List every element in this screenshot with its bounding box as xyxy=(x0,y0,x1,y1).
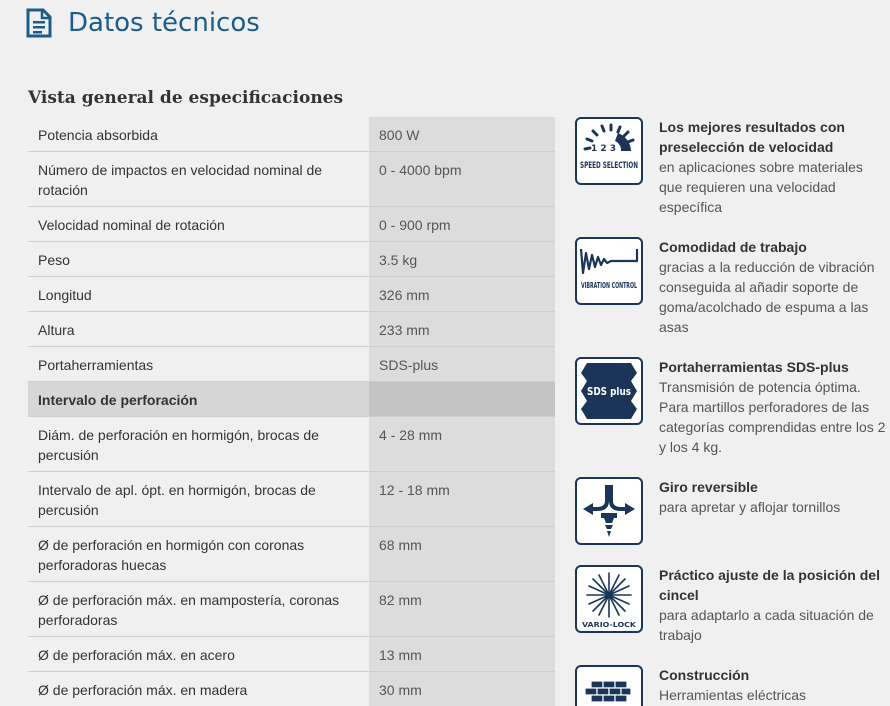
spec-value: 12 - 18 mm xyxy=(369,472,555,526)
feature-title: Los mejores resultados con preselección … xyxy=(659,119,845,155)
spec-value: 800 W xyxy=(369,117,555,151)
table-row: Longitud 326 mm xyxy=(28,277,555,312)
spec-label: Velocidad nominal de rotación xyxy=(38,217,225,233)
spec-value: 0 - 4000 bpm xyxy=(369,152,555,206)
table-row: Ø de perforación máx. en madera 30 mm xyxy=(28,672,555,706)
spec-label: Ø de perforación máx. en madera xyxy=(38,682,248,698)
feature-title: Portaherramientas SDS-plus xyxy=(659,359,849,375)
spec-value: 0 - 900 rpm xyxy=(369,207,555,241)
group-label: Intervalo de perforación xyxy=(28,382,369,416)
table-row: Peso 3.5 kg xyxy=(28,242,555,277)
spec-value: 68 mm xyxy=(369,527,555,581)
spec-label: Peso xyxy=(38,252,70,268)
table-row: Potencia absorbida 800 W xyxy=(28,117,555,152)
table-row: Velocidad nominal de rotación 0 - 900 rp… xyxy=(28,207,555,242)
spec-label: Número de impactos en velocidad nominal … xyxy=(38,162,323,198)
feature-description: para adaptarlo a cada situación de traba… xyxy=(659,607,874,643)
spec-value: 30 mm xyxy=(369,672,555,706)
vibration-control-icon: VIBRATION CONTROL xyxy=(575,237,643,305)
spec-value: 13 mm xyxy=(369,637,555,671)
table-row: Portaherramientas SDS-plus xyxy=(28,347,555,382)
feature-title: Giro reversible xyxy=(659,479,758,495)
spec-table: Potencia absorbida 800 W Número de impac… xyxy=(28,117,555,706)
construction-icon xyxy=(575,665,643,706)
page-title: Datos técnicos xyxy=(68,8,260,38)
feature-description: Herramientas eléctricas xyxy=(659,687,807,703)
spec-value: SDS-plus xyxy=(369,347,555,381)
group-value xyxy=(369,382,555,416)
spec-label: Portaherramientas xyxy=(38,357,154,373)
table-row: Ø de perforación máx. en acero 13 mm xyxy=(28,637,555,672)
spec-value: 82 mm xyxy=(369,582,555,636)
table-row: Ø de perforación máx. en mampostería, co… xyxy=(28,582,555,637)
table-row: Altura 233 mm xyxy=(28,312,555,347)
table-row: Número de impactos en velocidad nominal … xyxy=(28,152,555,207)
spec-value: 4 - 28 mm xyxy=(369,417,555,471)
spec-label: Diám. de perforación en hormigón, brocas… xyxy=(38,427,319,463)
table-row: Ø de perforación en hormigón con coronas… xyxy=(28,527,555,582)
feature-description: en aplicaciones sobre materiales que req… xyxy=(659,159,863,215)
vario-lock-icon: VARIO-LOCK xyxy=(575,565,643,633)
page-header: Datos técnicos xyxy=(26,8,260,38)
speed-selection-label: SPEED SELECTION xyxy=(580,161,638,171)
spec-value: 3.5 kg xyxy=(369,242,555,276)
spec-label: Intervalo de apl. ópt. en hormigón, broc… xyxy=(38,482,316,518)
feature-title: Comodidad de trabajo xyxy=(659,239,807,255)
reverse-rotation-icon xyxy=(575,477,643,545)
table-row: Intervalo de apl. ópt. en hormigón, broc… xyxy=(28,472,555,527)
feature-title: Construcción xyxy=(659,667,750,683)
feature-description: gracias a la reducción de vibración cons… xyxy=(659,259,875,335)
spec-value: 233 mm xyxy=(369,312,555,346)
spec-label: Ø de perforación en hormigón con coronas… xyxy=(38,537,305,573)
table-group-header: Intervalo de perforación xyxy=(28,382,555,417)
spec-label: Longitud xyxy=(38,287,92,303)
spec-label: Potencia absorbida xyxy=(38,127,158,143)
sds-plus-icon: SDS plus xyxy=(575,357,643,425)
section-title: Vista general de especificaciones xyxy=(28,88,344,108)
vibration-control-label: VIBRATION CONTROL xyxy=(581,281,637,290)
speed-selection-icon: 1 2 3 SPEED SELECTION xyxy=(575,117,643,185)
spec-label: Ø de perforación máx. en acero xyxy=(38,647,235,663)
table-row: Diám. de perforación en hormigón, brocas… xyxy=(28,417,555,472)
vario-lock-label: VARIO-LOCK xyxy=(582,621,637,629)
feature-title: Práctico ajuste de la posición del cince… xyxy=(659,567,880,603)
feature-description: para apretar y aflojar tornillos xyxy=(659,499,841,515)
spec-value: 326 mm xyxy=(369,277,555,311)
feature-description: Transmisión de potencia óptima. Para mar… xyxy=(659,379,886,455)
spec-label: Ø de perforación máx. en mampostería, co… xyxy=(38,592,340,628)
sds-plus-label: SDS plus xyxy=(587,385,631,398)
spec-label: Altura xyxy=(38,322,75,338)
document-icon xyxy=(26,8,52,38)
speed-digits: 1 2 3 xyxy=(591,144,616,154)
